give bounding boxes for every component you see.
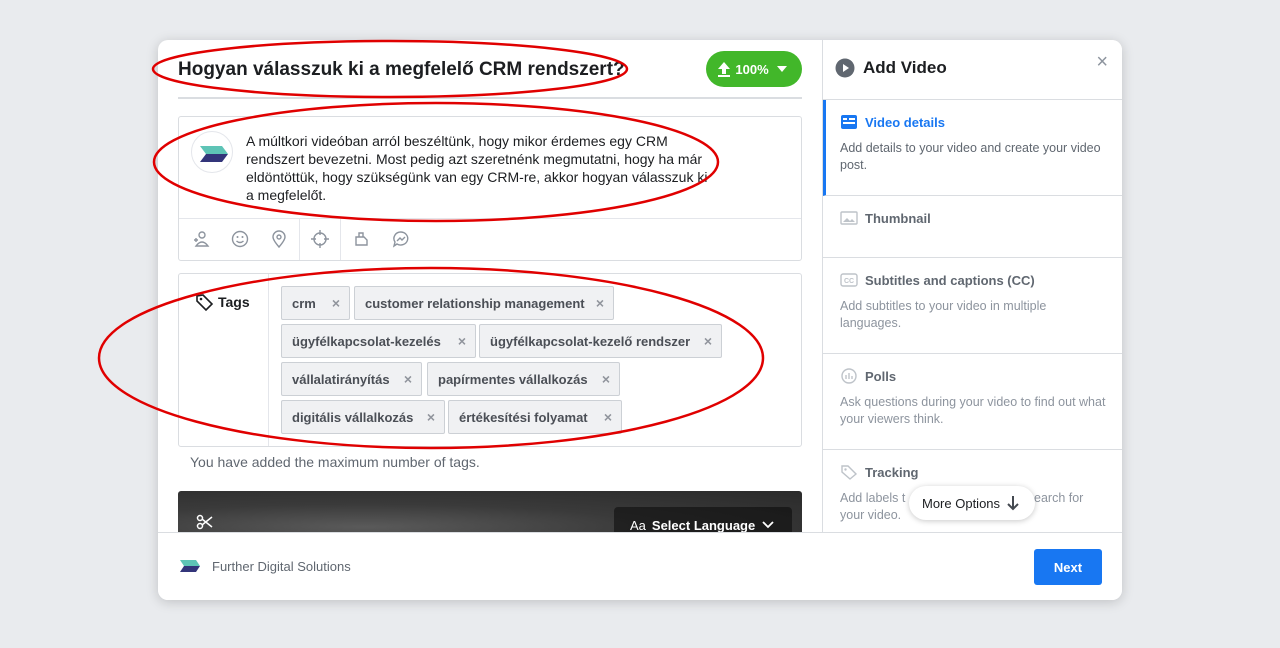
step-label: Subtitles and captions (CC) [865, 272, 1035, 288]
svg-text:CC: CC [844, 278, 854, 285]
remove-tag-icon[interactable]: × [404, 372, 412, 386]
sidebar-header: Add Video × [823, 40, 1122, 100]
next-button[interactable]: Next [1034, 549, 1102, 585]
upload-progress-button[interactable]: 100% [706, 51, 802, 87]
step-subtitles[interactable]: CC Subtitles and captions (CC) Add subti… [823, 258, 1122, 354]
toolbar-divider [340, 219, 341, 260]
tag-chip: értékesítési folyamat × [448, 400, 622, 434]
composer-toolbar [179, 218, 801, 260]
cc-icon: CC [840, 273, 858, 287]
scissors-icon[interactable] [196, 513, 214, 531]
image-icon [840, 211, 858, 225]
add-video-dialog: Hogyan válasszuk ki a megfelelő CRM rend… [158, 40, 1122, 600]
further-logo-icon [180, 560, 200, 572]
location-icon[interactable] [269, 229, 289, 249]
tag-chip-label: papírmentes vállalkozás [438, 371, 588, 387]
remove-tag-icon[interactable]: × [704, 334, 712, 348]
further-logo-icon [200, 146, 228, 162]
more-options-button[interactable]: More Options [909, 486, 1035, 520]
chevron-down-icon [762, 521, 774, 529]
messenger-icon[interactable] [391, 229, 411, 249]
tag-chip-label: crm [292, 295, 316, 311]
tag-chip: customer relationship management × [354, 286, 614, 320]
page-name: Further Digital Solutions [212, 558, 351, 574]
video-preview: Aa Select Language [178, 491, 802, 532]
sponsor-icon[interactable] [352, 229, 372, 249]
upload-progress-label: 100% [735, 61, 769, 77]
step-label: Video details [865, 114, 945, 130]
poll-icon [841, 368, 857, 384]
tag-chip: ügyfélkapcsolat-kezelő rendszer × [479, 324, 722, 358]
title-row: Hogyan válasszuk ki a megfelelő CRM rend… [178, 51, 802, 99]
arrow-down-icon [1007, 496, 1019, 511]
select-language-label: Select Language [651, 517, 756, 533]
feeling-icon[interactable] [230, 229, 250, 249]
close-icon[interactable]: × [1096, 52, 1108, 72]
step-description: Ask questions during your video to find … [840, 395, 1106, 426]
page-avatar [191, 131, 233, 173]
step-thumbnail[interactable]: Thumbnail [823, 196, 1122, 258]
add-video-sidebar: Add Video × Video details Add details to… [822, 40, 1122, 532]
details-icon [841, 115, 857, 129]
video-play-icon [835, 58, 855, 78]
tag-chip: papírmentes vállalkozás × [427, 362, 620, 396]
crosshair-icon[interactable] [310, 229, 330, 249]
max-tags-message: You have added the maximum number of tag… [190, 454, 480, 470]
tag-people-icon[interactable] [191, 229, 211, 249]
tags-label: Tags [194, 292, 250, 312]
tag-chip-label: értékesítési folyamat [459, 409, 588, 425]
dialog-footer: Further Digital Solutions Next [158, 532, 1122, 600]
video-title-input[interactable]: Hogyan válasszuk ki a megfelelő CRM rend… [178, 59, 625, 81]
tag-chip-label: ügyfélkapcsolat-kezelő rendszer [490, 333, 691, 349]
remove-tag-icon[interactable]: × [427, 410, 435, 424]
select-language-button[interactable]: Aa Select Language [614, 507, 792, 532]
step-polls[interactable]: Polls Ask questions during your video to… [823, 354, 1122, 450]
main-panel: Hogyan válasszuk ki a megfelelő CRM rend… [158, 40, 822, 532]
more-options-label: More Options [922, 495, 1001, 511]
step-video-details[interactable]: Video details Add details to your video … [823, 100, 1122, 196]
description-text[interactable]: A múltkori videóban arról beszéltünk, ho… [246, 132, 716, 204]
tags-box: Tags crm × customer relationship manageme… [178, 273, 802, 447]
tag-chip: crm × [281, 286, 350, 320]
tag-chip: ügyfélkapcsolat-kezelés × [281, 324, 476, 358]
toolbar-divider [299, 219, 300, 260]
caret-down-icon [776, 66, 787, 72]
language-aa-icon: Aa [630, 517, 646, 533]
step-label: Polls [865, 368, 897, 384]
step-label: Thumbnail [865, 210, 931, 226]
tag-chip-label: ügyfélkapcsolat-kezelés [292, 333, 441, 349]
remove-tag-icon[interactable]: × [332, 296, 340, 310]
remove-tag-icon[interactable]: × [602, 372, 610, 386]
tag-icon [196, 294, 214, 312]
tag-chip-label: digitális vállalkozás [292, 409, 414, 425]
remove-tag-icon[interactable]: × [596, 296, 604, 310]
tag-chip-label: customer relationship management [365, 295, 585, 311]
tag-chip: vállalatirányítás × [281, 362, 422, 396]
page-identity: Further Digital Solutions [180, 558, 351, 574]
step-description: Add subtitles to your video in multiple … [840, 299, 1047, 330]
step-description: Add details to your video and create you… [840, 141, 1101, 172]
sidebar-title: Add Video [835, 58, 947, 78]
tag-icon [841, 465, 858, 480]
tag-chip: digitális vállalkozás × [281, 400, 445, 434]
upload-arrow-icon [718, 62, 731, 77]
remove-tag-icon[interactable]: × [604, 410, 612, 424]
step-label: Tracking [865, 464, 919, 480]
tags-label-column: Tags [179, 274, 269, 446]
tag-chip-label: vállalatirányítás [292, 371, 390, 387]
remove-tag-icon[interactable]: × [458, 334, 466, 348]
description-box: A múltkori videóban arról beszéltünk, ho… [178, 116, 802, 261]
